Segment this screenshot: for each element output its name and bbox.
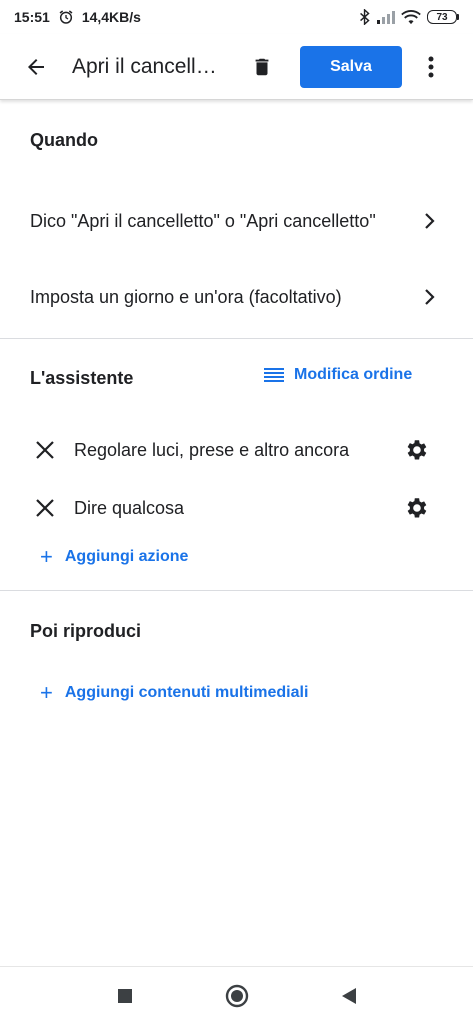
- action-item: Regolare luci, prese e altro ancora: [0, 427, 473, 473]
- action-label: Dire qualcosa: [74, 497, 185, 518]
- chevron-right-icon: [420, 287, 440, 307]
- divider: [0, 338, 473, 339]
- divider: [0, 590, 473, 591]
- section-title-assistant: L'assistente: [30, 368, 134, 388]
- remove-action-button[interactable]: [33, 438, 57, 462]
- square-icon: [117, 988, 132, 1003]
- section-title-when: Quando: [30, 130, 98, 150]
- add-media-button[interactable]: + Aggiungi contenuti multimediali: [40, 682, 308, 704]
- app-bar: Apri il cancelletto Salva: [0, 34, 473, 100]
- network-speed: 14,4KB/s: [81, 9, 141, 25]
- more-vert-icon: [428, 56, 434, 77]
- home-button[interactable]: [223, 982, 251, 1010]
- trigger-phrase-row[interactable]: Dico "Apri il cancelletto" o "Apri cance…: [0, 196, 473, 246]
- signal-icon: [377, 10, 395, 24]
- reorder-label: Modifica ordine: [294, 366, 413, 383]
- bluetooth-icon: [359, 9, 371, 25]
- battery-icon: 73: [427, 10, 459, 24]
- schedule-label: Imposta un giorno e un'ora (facoltativo): [30, 286, 342, 307]
- save-button[interactable]: Salva: [300, 45, 402, 88]
- action-label: Regolare luci, prese e altro ancora: [74, 439, 350, 460]
- gear-icon: [407, 440, 427, 460]
- close-icon: [36, 441, 54, 459]
- recents-button[interactable]: [111, 982, 139, 1010]
- reorder-icon: [264, 368, 284, 382]
- status-time: 15:51: [14, 9, 50, 25]
- reorder-button[interactable]: Modifica ordine: [264, 366, 412, 384]
- more-options-button[interactable]: [416, 47, 446, 87]
- battery-level: 73: [427, 10, 457, 24]
- action-item: Dire qualcosa: [0, 485, 473, 531]
- remove-action-button[interactable]: [33, 496, 57, 520]
- section-title-media: Poi riproduci: [30, 621, 142, 641]
- back-nav-button[interactable]: [335, 982, 363, 1010]
- back-arrow-icon: [28, 58, 44, 75]
- plus-icon: +: [40, 544, 53, 569]
- schedule-row[interactable]: Imposta un giorno e un'ora (facoltativo): [0, 272, 473, 322]
- chevron-right-icon: [420, 211, 440, 231]
- gear-icon: [407, 498, 427, 518]
- circle-icon: [225, 984, 248, 1007]
- action-settings-button[interactable]: [402, 436, 430, 464]
- add-media-label: Aggiungi contenuti multimediali: [64, 684, 309, 701]
- triangle-back-icon: [341, 987, 356, 1004]
- plus-icon: +: [40, 680, 53, 705]
- page-title: Apri il cancelletto: [72, 54, 222, 78]
- trigger-phrase-label: Dico "Apri il cancelletto" o "Apri cance…: [30, 210, 376, 231]
- alarm-icon: [58, 9, 74, 25]
- add-action-label: Aggiungi azione: [64, 548, 189, 565]
- close-icon: [36, 499, 54, 517]
- back-button[interactable]: [16, 47, 56, 87]
- system-nav-bar: [0, 966, 473, 1024]
- action-settings-button[interactable]: [402, 494, 430, 522]
- delete-button[interactable]: [244, 49, 280, 85]
- status-bar: 15:51 14,4KB/s 73: [0, 0, 473, 34]
- trash-icon: [255, 58, 269, 75]
- wifi-icon: [401, 9, 421, 25]
- add-action-button[interactable]: + Aggiungi azione: [40, 546, 188, 568]
